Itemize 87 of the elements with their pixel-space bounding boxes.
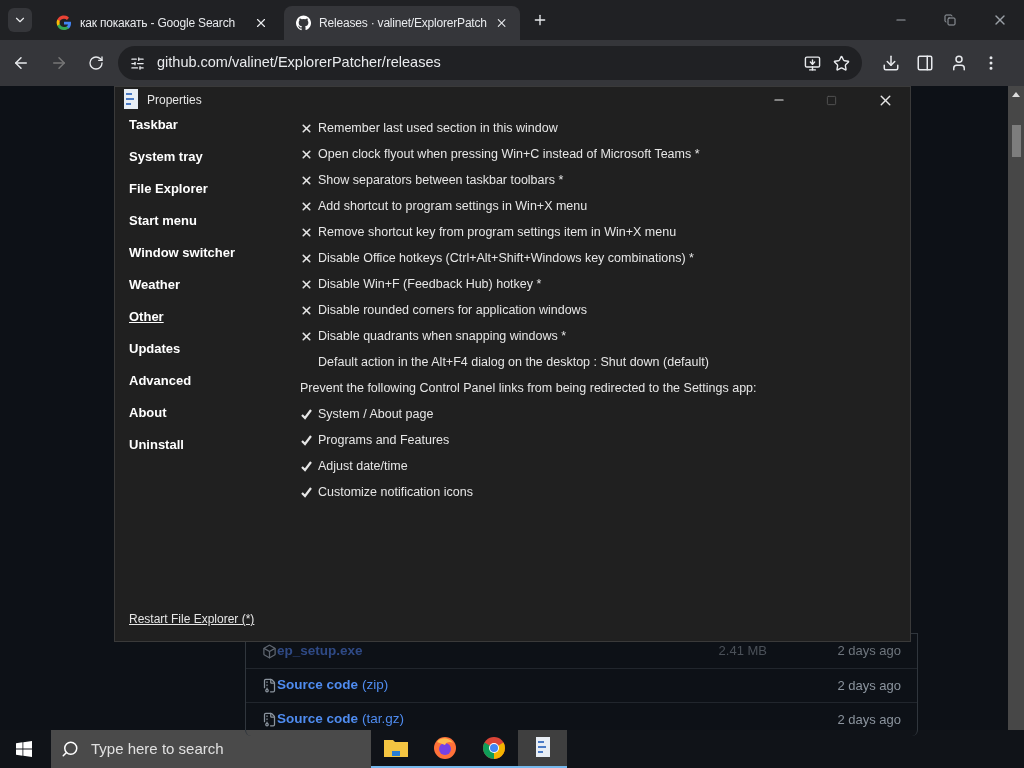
cross-mark[interactable] (300, 225, 313, 239)
setting-label[interactable]: Default action in the Alt+F4 dialog on the desktop : Shut down (default) (318, 352, 709, 372)
chrome-icon (481, 736, 506, 760)
download-icon[interactable] (882, 54, 900, 72)
section-link[interactable]: About (129, 403, 300, 435)
scrollbar[interactable] (1008, 86, 1024, 730)
section-link[interactable]: Other (129, 307, 300, 339)
setting-label[interactable]: Programs and Features (318, 430, 450, 450)
restart-explorer-link[interactable]: Restart File Explorer (*) (129, 610, 300, 628)
asset-date: 2 days ago (836, 642, 901, 661)
section-link[interactable]: Uninstall (129, 435, 300, 467)
tab-title: Releases · valinet/ExplorerPatch (319, 15, 487, 32)
cross-mark[interactable] (300, 251, 313, 265)
check-mark-icon[interactable] (300, 485, 313, 499)
firefox-icon (432, 736, 457, 760)
browser-tab[interactable]: как покакать - Google Search (44, 6, 280, 40)
forward-icon[interactable] (50, 54, 68, 72)
setting-label[interactable]: Remove shortcut key from program settings item in Win+X menu (318, 222, 677, 242)
asset-link[interactable]: Source code (277, 675, 359, 696)
section-link[interactable]: Weather (129, 275, 300, 307)
setting-label[interactable]: Add shortcut to program settings in Win+X menu (318, 196, 588, 216)
profile-icon[interactable] (950, 54, 968, 72)
section-link[interactable]: Taskbar (129, 115, 300, 147)
taskbar-app[interactable] (518, 730, 567, 768)
cross-mark[interactable] (300, 277, 313, 291)
section-link[interactable]: Advanced (129, 371, 300, 403)
install-app-icon[interactable] (804, 54, 821, 72)
setting-label[interactable]: Show separators between taskbar toolbars * (318, 170, 564, 190)
package-icon (262, 643, 277, 659)
tab-title: как покакать - Google Search (80, 15, 236, 32)
window-title: Properties (147, 92, 202, 109)
restore-icon[interactable] (944, 14, 956, 26)
asset-type: (zip) (362, 676, 389, 695)
section-link[interactable]: Window switcher (129, 243, 300, 275)
cross-mark[interactable] (300, 199, 313, 213)
setting-label[interactable]: Open clock flyout when pressing Win+C instead of Microsoft Teams * (318, 144, 700, 164)
section-link[interactable]: Start menu (129, 211, 300, 243)
taskbar-search-box[interactable]: Type here to search (51, 730, 371, 768)
tab-search-button[interactable] (8, 8, 32, 32)
browser-tab[interactable]: Releases · valinet/ExplorerPatch (284, 6, 520, 40)
setting-label[interactable]: Disable quadrants when snapping windows * (318, 326, 567, 346)
check-mark-icon[interactable] (300, 407, 313, 421)
asset-size: 2.41 MB (718, 642, 767, 661)
asset-type: (tar.gz) (362, 710, 405, 729)
bookmark-star-icon[interactable] (833, 54, 850, 72)
asset-date: 2 days ago (836, 710, 901, 729)
cross-mark[interactable] (300, 121, 313, 135)
google-icon (56, 15, 72, 31)
check-mark-icon[interactable] (300, 459, 313, 473)
reload-icon[interactable] (88, 55, 104, 71)
windows-logo-icon[interactable] (16, 741, 32, 757)
setting-label[interactable]: Customize notification icons (318, 482, 473, 502)
back-icon[interactable] (12, 54, 30, 72)
asset-link[interactable]: Source code (277, 709, 359, 730)
section-link[interactable]: Updates (129, 339, 300, 371)
search-placeholder: Type here to search (91, 738, 224, 759)
close-icon[interactable] (254, 16, 268, 30)
setting-label[interactable]: System / About page (318, 404, 434, 424)
github-icon (296, 15, 312, 31)
search-icon (61, 740, 79, 758)
setting-label[interactable]: Disable rounded corners for application windows (318, 300, 587, 320)
cross-mark[interactable] (300, 303, 313, 317)
check-mark-icon[interactable] (300, 433, 313, 447)
maximize-icon (826, 94, 837, 106)
setting-label[interactable]: Disable Win+F (Feedback Hub) hotkey * (318, 274, 542, 294)
side-panel-icon[interactable] (916, 54, 934, 72)
address-bar[interactable]: github.com/valinet/ExplorerPatcher/releases (118, 46, 862, 80)
scrollbar-thumb[interactable] (1011, 125, 1021, 157)
setting-label[interactable]: Remember last used section in this window (318, 118, 558, 138)
cross-mark[interactable] (300, 173, 313, 187)
archive-icon (262, 712, 277, 727)
setting-label[interactable]: Adjust date/time (318, 456, 408, 476)
section-heading: Prevent the following Control Panel links from being redirected to the Settings app: (300, 379, 757, 397)
url-text: github.com/valinet/ExplorerPatcher/releases (157, 53, 442, 73)
properties-window-icon (123, 88, 139, 112)
section-link[interactable]: System tray (129, 147, 300, 179)
scroll-up-icon[interactable] (1012, 92, 1020, 97)
setting-label[interactable]: Disable Office hotkeys (Ctrl+Alt+Shift+Windows key combinations) * (318, 248, 694, 268)
site-settings-icon[interactable] (130, 55, 145, 71)
section-link[interactable]: File Explorer (129, 179, 300, 211)
asset-date: 2 days ago (836, 676, 901, 695)
cross-mark[interactable] (300, 329, 313, 343)
new-tab-icon[interactable] (532, 12, 548, 28)
properties-window-icon (534, 736, 551, 760)
folder-icon (382, 737, 409, 759)
cross-mark[interactable] (300, 147, 313, 161)
archive-icon (262, 678, 277, 693)
